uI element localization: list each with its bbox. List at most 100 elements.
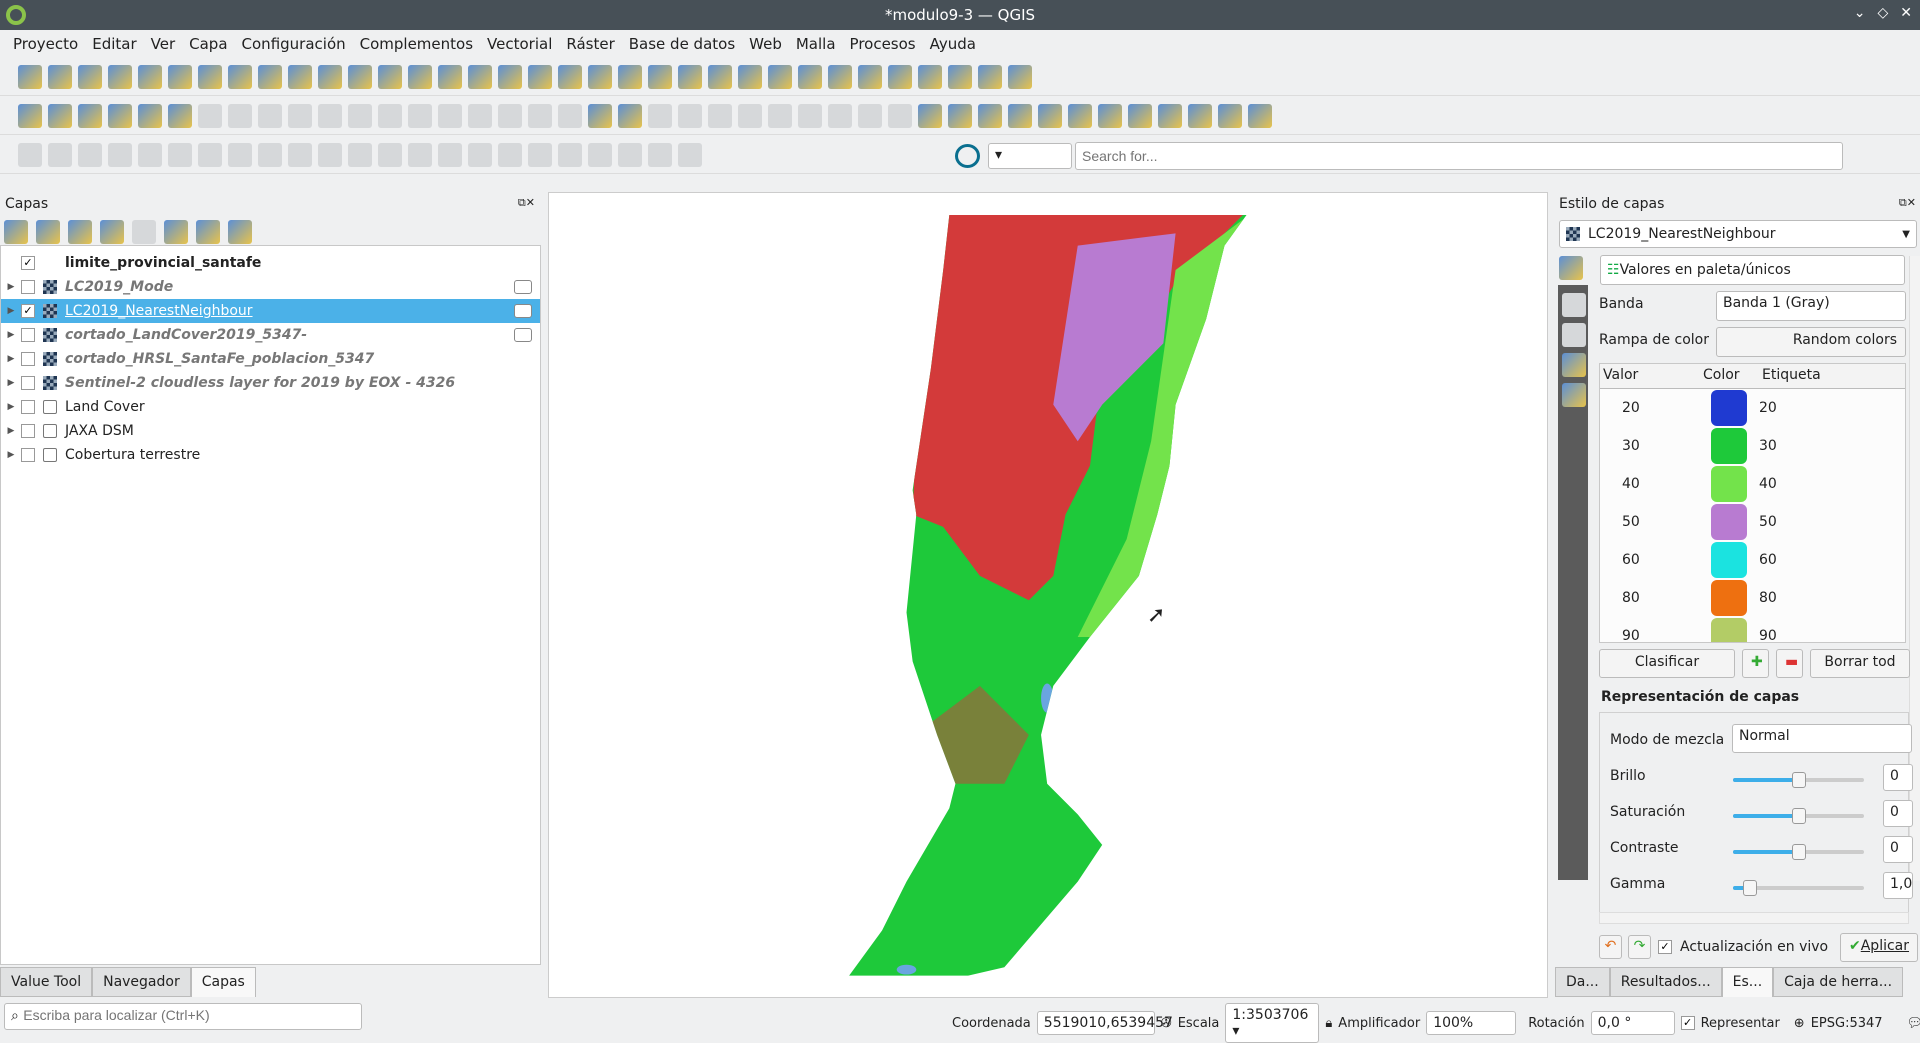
- messages-icon[interactable]: 💬︎: [1907, 1016, 1920, 1031]
- processing-toolbox-icon[interactable]: [738, 64, 762, 89]
- locator-filter-dropdown[interactable]: ▾: [988, 143, 1072, 169]
- map-canvas[interactable]: ➚: [548, 192, 1548, 998]
- select-location-icon[interactable]: [948, 64, 972, 89]
- brillo-slider[interactable]: [1733, 772, 1864, 788]
- palette-row[interactable]: 90 90: [1600, 617, 1905, 642]
- add-value-button[interactable]: ✚: [1742, 649, 1769, 678]
- transparency-tab-icon[interactable]: [1562, 293, 1586, 317]
- globe-icon[interactable]: [948, 103, 972, 128]
- layer-visibility-checkbox[interactable]: [21, 376, 35, 390]
- advanced-digitize-icon[interactable]: [18, 142, 42, 167]
- split-features-icon[interactable]: [348, 142, 372, 167]
- add-feature-icon[interactable]: [288, 103, 312, 128]
- statistics-icon[interactable]: [768, 64, 792, 89]
- zoom-selection-icon[interactable]: [348, 64, 372, 89]
- tab-es-[interactable]: Es...: [1721, 967, 1774, 997]
- chart-icon[interactable]: [1248, 103, 1272, 128]
- histogram-tab-icon[interactable]: [1562, 323, 1586, 347]
- expand-arrow-icon[interactable]: ▶: [1, 306, 21, 316]
- temporal-controller-icon[interactable]: [588, 64, 612, 89]
- coordinate-field[interactable]: 5519010,6539457: [1036, 1011, 1173, 1035]
- change-label-icon[interactable]: [768, 103, 792, 128]
- trim-extend-icon[interactable]: [558, 142, 582, 167]
- history-tab-icon[interactable]: [1562, 383, 1586, 407]
- new-virtual-layer-icon[interactable]: [168, 103, 192, 128]
- palette-value[interactable]: 20: [1600, 400, 1700, 416]
- collapse-all-icon[interactable]: [196, 220, 220, 244]
- minimize-icon[interactable]: ⌄: [1854, 5, 1866, 21]
- render-checkbox[interactable]: ✓: [1680, 1016, 1695, 1030]
- offset-curve-icon[interactable]: [318, 142, 342, 167]
- palette-label[interactable]: 90: [1759, 628, 1777, 642]
- rotate-label-icon[interactable]: [738, 103, 762, 128]
- classify-button[interactable]: Clasificar: [1599, 649, 1735, 678]
- slider-handle[interactable]: [1743, 880, 1758, 896]
- filter-icon[interactable]: [100, 220, 124, 244]
- expand-arrow-icon[interactable]: ▶: [1, 354, 21, 364]
- move-feature-icon[interactable]: [48, 142, 72, 167]
- palette-value[interactable]: 50: [1600, 514, 1700, 530]
- tab-da-[interactable]: Da...: [1555, 967, 1610, 997]
- expand-arrow-icon[interactable]: ▶: [1, 426, 21, 436]
- zoom-out-icon[interactable]: [288, 64, 312, 89]
- expand-arrow-icon[interactable]: ▶: [1, 402, 21, 412]
- expand-arrow-icon[interactable]: ▶: [1, 450, 21, 460]
- layer-icon[interactable]: [1038, 103, 1062, 128]
- tab-resultados-[interactable]: Resultados...: [1609, 967, 1722, 997]
- palette-label[interactable]: 40: [1759, 476, 1777, 492]
- expression-filter-icon[interactable]: [132, 220, 156, 244]
- toggle-extents-icon[interactable]: ✇: [1161, 1016, 1172, 1031]
- undo-icon[interactable]: [498, 103, 522, 128]
- close-icon[interactable]: ✕: [1900, 5, 1912, 21]
- layer-item[interactable]: ▶ cortado_LandCover2019_5347-: [1, 323, 540, 347]
- panel-float-close-icon[interactable]: ⧉✕: [518, 196, 535, 210]
- blend-mode-dropdown[interactable]: Normal: [1732, 724, 1912, 753]
- fill-ring-icon[interactable]: [198, 142, 222, 167]
- layer-visibility-checkbox[interactable]: [21, 352, 35, 366]
- gamma-slider[interactable]: [1733, 880, 1864, 896]
- plugin2-icon[interactable]: [1128, 103, 1152, 128]
- identify-icon[interactable]: [648, 64, 672, 89]
- help-icon[interactable]: [1068, 103, 1092, 128]
- locator-input[interactable]: [23, 1007, 344, 1023]
- palette-color-swatch[interactable]: [1711, 618, 1747, 642]
- lock-scale-icon[interactable]: 🔒︎: [1325, 1016, 1332, 1031]
- menu-web[interactable]: Web: [742, 35, 789, 53]
- embedded-widget-icon[interactable]: [514, 304, 532, 318]
- new-temp-layer-icon[interactable]: [138, 103, 162, 128]
- locator-bar[interactable]: ⌕: [4, 1003, 362, 1030]
- open-field-calc-icon[interactable]: [1008, 64, 1032, 89]
- simplify-icon[interactable]: [108, 142, 132, 167]
- save-edits-icon[interactable]: [258, 103, 282, 128]
- palette-label[interactable]: 20: [1759, 400, 1777, 416]
- qms-icon[interactable]: [858, 103, 882, 128]
- apply-button[interactable]: ✔Aplicar: [1840, 933, 1918, 962]
- text-annotation-icon[interactable]: [888, 64, 912, 89]
- palette-row[interactable]: 40 40: [1600, 465, 1905, 503]
- palette-value[interactable]: 80: [1600, 590, 1700, 606]
- delete-selected-icon[interactable]: [378, 103, 402, 128]
- tab-capas[interactable]: Capas: [190, 967, 256, 997]
- palette-color-swatch[interactable]: [1711, 542, 1747, 578]
- palette-row[interactable]: 60 60: [1600, 541, 1905, 579]
- saturación-spinbox[interactable]: 0: [1883, 800, 1913, 827]
- toggle-editing-icon[interactable]: [228, 103, 252, 128]
- merge-attributes-icon[interactable]: [438, 142, 462, 167]
- column-header-etiqueta[interactable]: Etiqueta: [1759, 364, 1824, 388]
- embedded-widget-icon[interactable]: [514, 328, 532, 342]
- map-tips-icon[interactable]: [828, 64, 852, 89]
- palette-row[interactable]: 50 50: [1600, 503, 1905, 541]
- add-part-icon[interactable]: [168, 142, 192, 167]
- new-geopackage-icon[interactable]: [48, 103, 72, 128]
- magnifier-spinbox[interactable]: 100%: [1426, 1011, 1517, 1035]
- new-shapefile-icon[interactable]: [78, 103, 102, 128]
- horizontal-scrollbar[interactable]: [1599, 912, 1909, 924]
- palette-value[interactable]: 30: [1600, 438, 1700, 454]
- measure-icon[interactable]: [798, 64, 822, 89]
- highlight-labels-icon[interactable]: [648, 103, 672, 128]
- plugin5-icon[interactable]: [1218, 103, 1242, 128]
- python-icon[interactable]: [918, 103, 942, 128]
- plugin4-icon[interactable]: [1188, 103, 1212, 128]
- menu-vectorial[interactable]: Vectorial: [480, 35, 559, 53]
- attribute-table-icon[interactable]: [678, 64, 702, 89]
